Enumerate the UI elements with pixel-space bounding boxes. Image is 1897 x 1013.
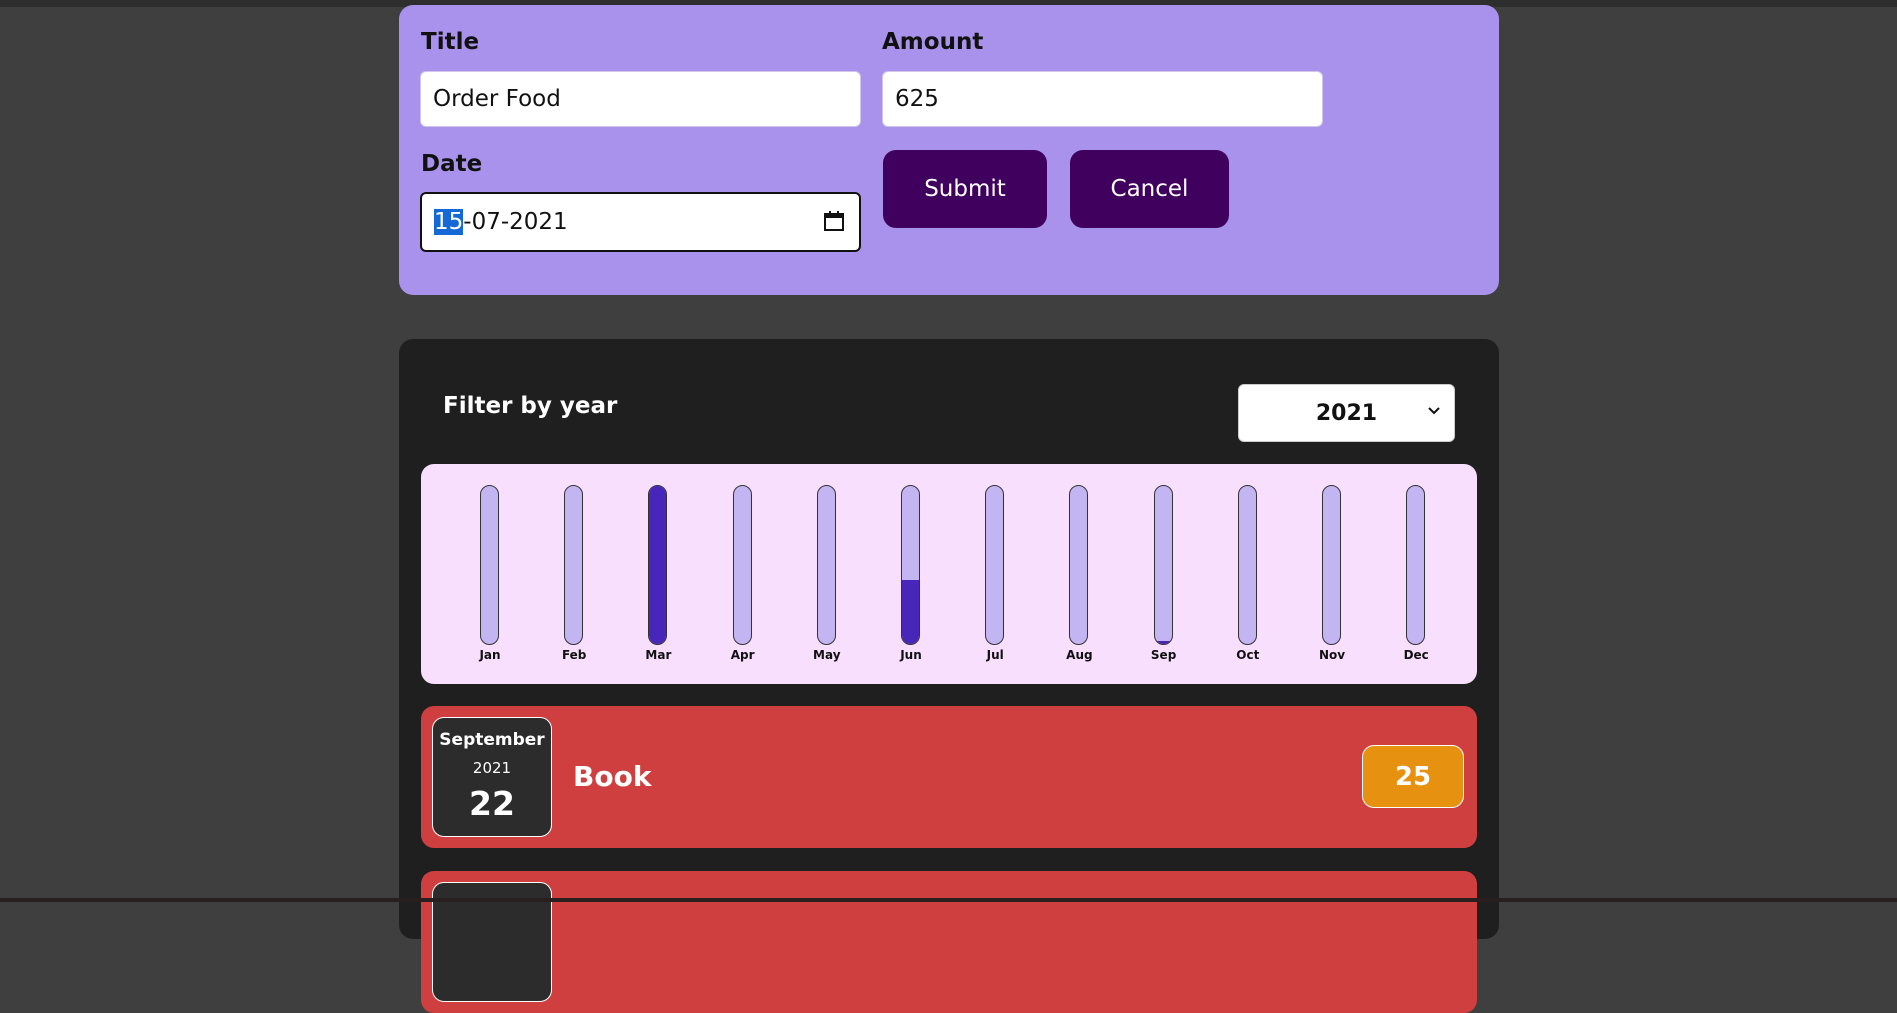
amount-label: Amount: [882, 29, 984, 55]
chart-bar-fill: [902, 580, 919, 644]
chart-bar-track: [1237, 485, 1257, 645]
chart-bar-dec: Dec: [1399, 485, 1429, 663]
chart-bar-label: Oct: [1236, 648, 1260, 662]
cancel-button[interactable]: Cancel: [1070, 150, 1229, 228]
expenses-chart: Jan Feb Mar Apr May Jun Jul Aug Sep Oct Nov Dec: [421, 464, 1477, 684]
chart-bar-track: [1153, 485, 1173, 645]
chart-bar-track: [1069, 485, 1089, 645]
date-rest-segment: -07-2021: [463, 209, 568, 235]
year-select[interactable]: 2021: [1238, 384, 1455, 442]
new-expense-form: Title Order Food Amount 625 Date 15 -07-2…: [399, 5, 1499, 295]
chart-bar-aug: Aug: [1062, 485, 1093, 663]
chart-bar-nov: Nov: [1315, 485, 1345, 663]
expense-title: Book: [573, 760, 652, 793]
chart-bar-oct: Oct: [1231, 485, 1261, 663]
year-select-value: 2021: [1315, 400, 1378, 426]
chart-bar-apr: Apr: [726, 485, 756, 663]
calendar-icon[interactable]: [823, 210, 845, 232]
chart-bar-jul: Jul: [978, 485, 1008, 663]
expense-item[interactable]: September 2021 22 Book 25: [421, 706, 1477, 848]
date-input[interactable]: 15 -07-2021: [420, 192, 861, 252]
chart-bar-label: Aug: [1066, 648, 1093, 662]
chart-bar-track: [985, 485, 1005, 645]
date-day-segment[interactable]: 15: [434, 209, 464, 235]
expense-item[interactable]: [421, 871, 1477, 1013]
chart-bar-label: Feb: [561, 648, 587, 662]
chart-bar-track: [901, 485, 920, 645]
chart-bar-track: [1406, 485, 1426, 645]
chart-bar-mar: Mar: [641, 485, 671, 663]
chart-bar-track: [564, 485, 584, 645]
chart-bar-label: Dec: [1403, 648, 1429, 662]
expense-day: 22: [469, 784, 515, 823]
chart-bar-fill: [1154, 641, 1172, 644]
amount-input-value: 625: [895, 86, 939, 112]
expense-month: September: [439, 730, 545, 750]
chart-bar-track: [732, 485, 752, 645]
chart-bar-may: May: [810, 485, 841, 663]
submit-button[interactable]: Submit: [883, 150, 1047, 228]
chart-bar-track: [480, 485, 499, 645]
expenses-panel: Filter by year 2021 Jan Feb Mar Apr May Jun Ju…: [399, 339, 1499, 1013]
chart-bar-jun: Jun: [894, 485, 924, 663]
chart-bar-label: Mar: [645, 648, 672, 662]
expense-year: 2021: [472, 759, 512, 777]
chart-bar-track: [648, 485, 668, 645]
title-label: Title: [421, 29, 480, 55]
chart-bar-track: [1322, 485, 1341, 645]
chevron-down-icon: [1428, 407, 1440, 415]
chart-bar-jan: Jan: [473, 485, 503, 663]
expense-date: September 2021 22: [432, 717, 552, 837]
chart-bar-label: Jun: [900, 648, 922, 662]
chart-bar-label: May: [813, 648, 841, 662]
chart-bar-label: Sep: [1150, 648, 1177, 662]
date-label: Date: [421, 151, 483, 177]
title-input-value: Order Food: [433, 86, 561, 112]
chart-bar-track: [816, 485, 836, 645]
expense-amount: 25: [1362, 745, 1464, 808]
filter-label: Filter by year: [443, 393, 618, 419]
window-bottom-edge: [0, 898, 1897, 902]
title-input[interactable]: Order Food: [420, 71, 861, 127]
chart-bar-feb: Feb: [557, 485, 587, 663]
chart-bar-fill: [649, 486, 667, 644]
chart-bar-label: Nov: [1318, 648, 1346, 662]
amount-input[interactable]: 625: [882, 71, 1323, 127]
chart-bar-label: Jul: [986, 648, 1004, 662]
chart-bar-label: Jan: [479, 648, 501, 662]
chart-bar-label: Apr: [730, 648, 755, 662]
chart-bar-sep: Sep: [1147, 485, 1177, 663]
